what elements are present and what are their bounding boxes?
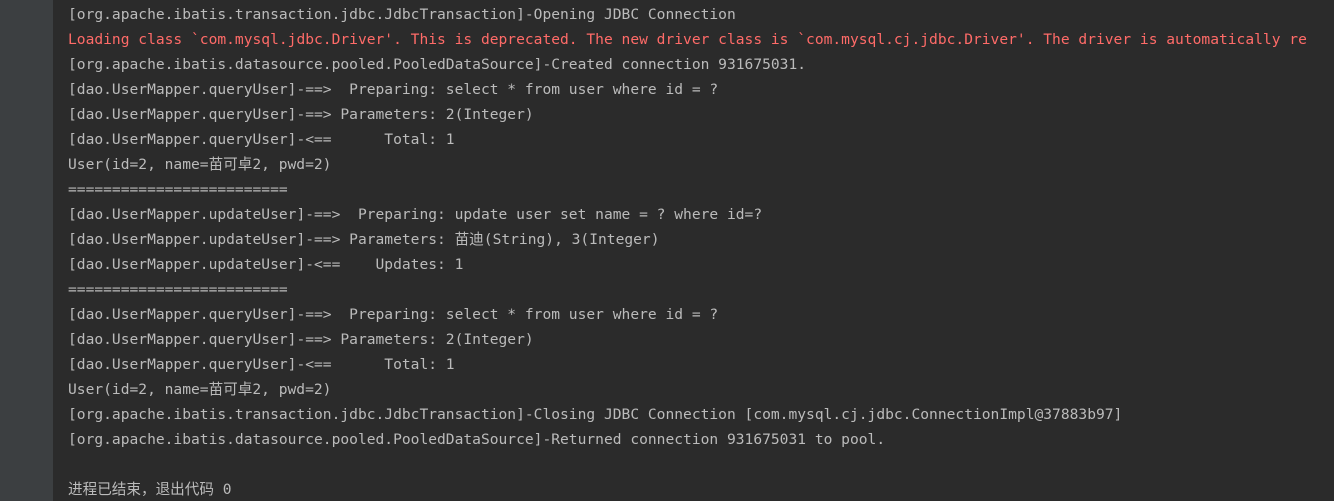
line-closing-jdbc-connection: [org.apache.ibatis.transaction.jdbc.Jdbc…: [68, 406, 1123, 423]
line-opening-jdbc-connection: [org.apache.ibatis.transaction.jdbc.Jdbc…: [68, 6, 736, 23]
line-update-preparing: [dao.UserMapper.updateUser]-==> Preparin…: [68, 206, 763, 223]
run-console-window: [org.apache.ibatis.transaction.jdbc.Jdbc…: [0, 0, 1334, 501]
line-user-result-2: User(id=2, name=苗可卓2, pwd=2): [68, 381, 332, 398]
run-panel-gutter: [0, 0, 53, 501]
line-query-preparing-1: [dao.UserMapper.queryUser]-==> Preparing…: [68, 81, 719, 98]
line-returned-connection: [org.apache.ibatis.datasource.pooled.Poo…: [68, 431, 886, 448]
line-update-updates: [dao.UserMapper.updateUser]-<== Updates:…: [68, 256, 464, 273]
line-separator-1: =========================: [68, 181, 288, 198]
line-separator-2: =========================: [68, 281, 288, 298]
line-update-parameters: [dao.UserMapper.updateUser]-==> Paramete…: [68, 231, 660, 248]
line-query-total-1: [dao.UserMapper.queryUser]-<== Total: 1: [68, 131, 455, 148]
console-output-area[interactable]: [org.apache.ibatis.transaction.jdbc.Jdbc…: [53, 0, 1334, 501]
line-query-total-2: [dao.UserMapper.queryUser]-<== Total: 1: [68, 356, 455, 373]
line-blank-1: [68, 452, 1334, 477]
line-user-result-1: User(id=2, name=苗可卓2, pwd=2): [68, 156, 332, 173]
line-query-parameters-1: [dao.UserMapper.queryUser]-==> Parameter…: [68, 106, 534, 123]
line-query-preparing-2: [dao.UserMapper.queryUser]-==> Preparing…: [68, 306, 719, 323]
line-query-parameters-2: [dao.UserMapper.queryUser]-==> Parameter…: [68, 331, 534, 348]
line-driver-deprecated-warning: Loading class `com.mysql.jdbc.Driver'. T…: [68, 31, 1307, 48]
line-created-connection: [org.apache.ibatis.datasource.pooled.Poo…: [68, 56, 807, 73]
line-process-finished: 进程已结束，退出代码 0: [68, 481, 232, 498]
